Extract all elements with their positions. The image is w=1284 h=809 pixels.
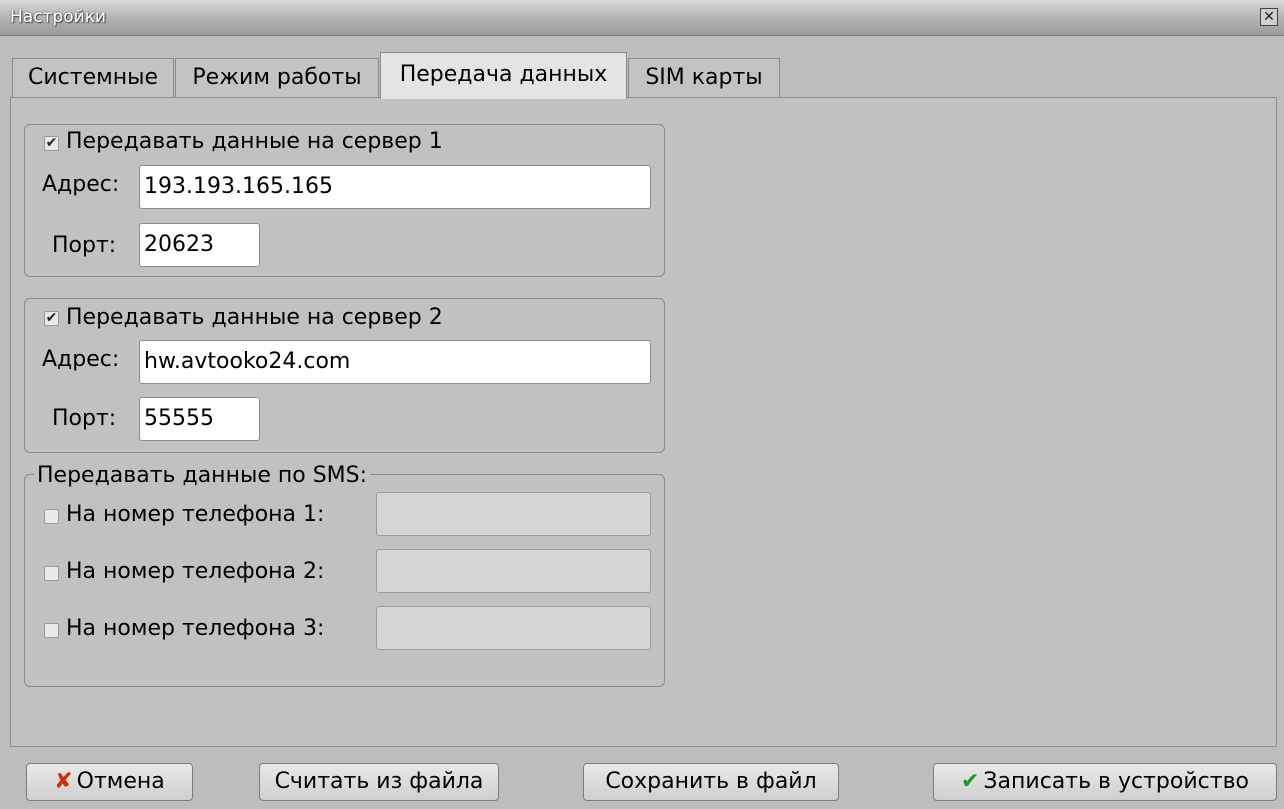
tab-work-mode[interactable]: Режим работы bbox=[175, 58, 379, 98]
close-button[interactable]: ✕ bbox=[1260, 8, 1278, 26]
server1-checkbox[interactable]: ✔ bbox=[44, 136, 59, 151]
phone3-input[interactable] bbox=[376, 606, 651, 650]
save-to-file-button[interactable]: Сохранить в файл bbox=[583, 763, 839, 801]
load-from-file-button[interactable]: Считать из файла bbox=[259, 763, 499, 801]
cancel-button[interactable]: ✘ Отмена bbox=[26, 763, 193, 801]
phone2-checkbox[interactable] bbox=[44, 566, 59, 581]
tab-sim-cards[interactable]: SIM карты bbox=[628, 58, 780, 98]
window-title: Настройки bbox=[10, 7, 107, 27]
server2-port-label: Порт: bbox=[52, 406, 117, 431]
phone3-checkbox[interactable] bbox=[44, 623, 59, 638]
sms-group-legend: Передавать данные по SMS: bbox=[34, 463, 371, 488]
phone2-input[interactable] bbox=[376, 549, 651, 593]
phone3-label: На номер телефона 3: bbox=[66, 616, 325, 641]
server2-address-label: Адрес: bbox=[42, 347, 120, 372]
checkmark-icon: ✔ bbox=[960, 769, 980, 794]
phone1-input[interactable] bbox=[376, 492, 651, 536]
cross-icon: ✘ bbox=[54, 769, 73, 794]
close-icon[interactable]: ✕ bbox=[1263, 9, 1275, 25]
write-button-label: Записать в устройство bbox=[983, 769, 1249, 794]
server1-address-label: Адрес: bbox=[42, 172, 120, 197]
save-button-label: Сохранить в файл bbox=[605, 769, 817, 794]
server1-port-input[interactable]: 20623 bbox=[139, 223, 260, 267]
server1-address-input[interactable]: 193.193.165.165 bbox=[139, 165, 651, 209]
server2-checkbox-label: Передавать данные на сервер 2 bbox=[66, 305, 443, 330]
phone1-label: На номер телефона 1: bbox=[66, 502, 325, 527]
phone1-checkbox[interactable] bbox=[44, 509, 59, 524]
server1-checkbox-label: Передавать данные на сервер 1 bbox=[66, 129, 443, 154]
tab-data-transfer[interactable]: Передача данных bbox=[380, 52, 627, 99]
server2-address-input[interactable]: hw.avtooko24.com bbox=[139, 340, 651, 384]
phone2-label: На номер телефона 2: bbox=[66, 559, 325, 584]
load-button-label: Считать из файла bbox=[274, 769, 484, 794]
server2-checkbox[interactable]: ✔ bbox=[44, 311, 59, 326]
tab-system[interactable]: Системные bbox=[12, 58, 174, 98]
cancel-button-label: Отмена bbox=[76, 769, 165, 794]
server2-port-input[interactable]: 55555 bbox=[139, 397, 260, 441]
server1-port-label: Порт: bbox=[52, 233, 117, 258]
write-to-device-button[interactable]: ✔ Записать в устройство bbox=[933, 763, 1277, 801]
title-bar: Настройки ✕ bbox=[0, 0, 1284, 36]
